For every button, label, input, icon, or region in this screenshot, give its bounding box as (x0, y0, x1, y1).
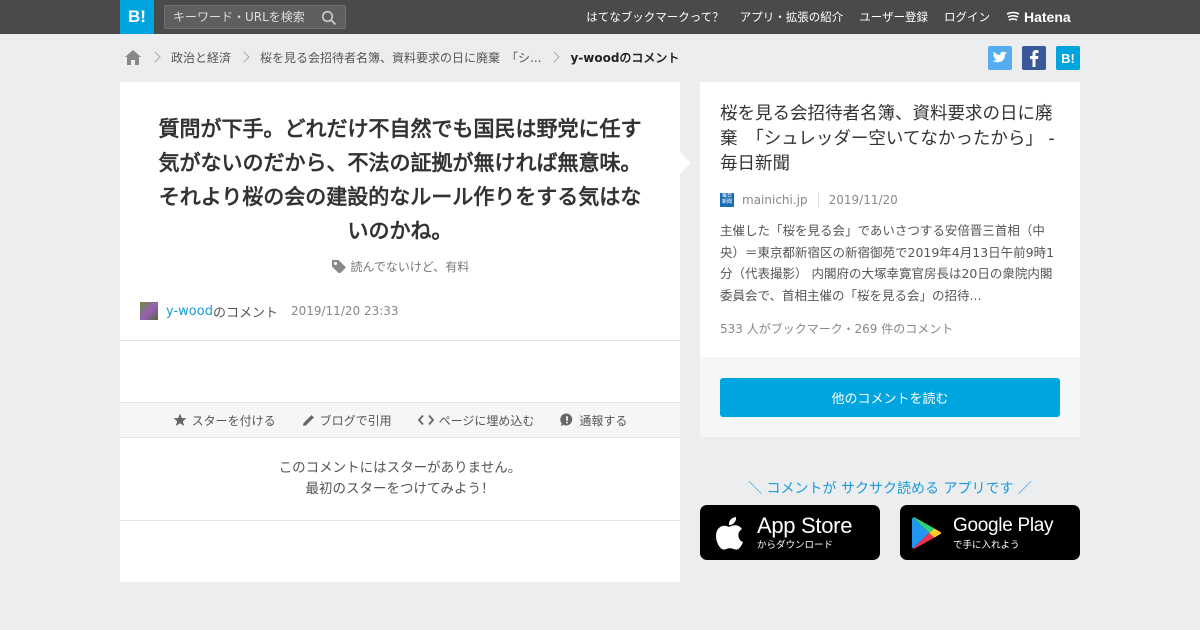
comment-tag-text[interactable]: 読んでないけど、有料 (351, 260, 470, 274)
google-play-icon (912, 516, 942, 549)
add-star-label: スターを付ける (191, 413, 276, 428)
app-promo-text: ＼ コメントが サクサク読める アプリです ／ (748, 481, 1032, 497)
breadcrumb-category[interactable]: 政治と経済 (171, 49, 231, 66)
star-icon (173, 413, 187, 426)
breadcrumb-chevron (149, 51, 161, 63)
entry-panel: 桜を見る会招待者名簿、資料要求の日に廃棄 「シュレッダー空いてなかったから」 -… (700, 82, 1080, 357)
entry-actions: 他のコメントを読む (700, 357, 1080, 437)
entry-title[interactable]: 桜を見る会招待者名簿、資料要求の日に廃棄 「シュレッダー空いてなかったから」 -… (720, 102, 1065, 177)
add-star-button[interactable]: スターを付ける (173, 412, 276, 429)
site-favicon: 毎日新聞 (720, 193, 734, 207)
google-play-subtitle: で手に入れよう (953, 539, 1020, 551)
comment-body: 質問が下手。どれだけ不自然でも国民は野党に任す気がないのだから、不法の証拠が無け… (158, 117, 642, 243)
entry-source: 毎日新聞 mainichi.jp 2019/11/20 (720, 192, 898, 208)
no-star-line2: 最初のスターをつけてみよう！ (305, 481, 495, 497)
no-star-line1: このコメントにはスターがありません。 (278, 460, 522, 476)
entry-date: 2019/11/20 (817, 193, 898, 207)
hatena-brand-label: Hatena (1024, 9, 1071, 25)
top-nav: はてなブックマークって？ アプリ・拡張の紹介 ユーザー登録 ログイン (586, 0, 990, 34)
no-star-message: このコメントにはスターがありません。 最初のスターをつけてみよう！ (120, 458, 680, 500)
comment-card: 質問が下手。どれだけ不自然でも国民は野党に任す気がないのだから、不法の証拠が無け… (120, 82, 680, 582)
home-icon[interactable] (124, 49, 142, 66)
entry-domain[interactable]: mainichi.jp (742, 193, 808, 207)
nav-about[interactable]: はてなブックマークって？ (586, 9, 723, 25)
comment-user-suffix: のコメント (212, 305, 278, 321)
comment-tags: 読んでないけど、有料 (120, 258, 680, 275)
breadcrumb-chevron (238, 51, 250, 63)
hatena-brand[interactable]: Hatena (1006, 9, 1071, 25)
search-input[interactable] (173, 9, 313, 25)
app-store-title: App Store (757, 512, 853, 538)
comment-date[interactable]: 2019/11/20 23:33 (291, 304, 399, 318)
nav-register[interactable]: ユーザー登録 (859, 9, 928, 25)
breadcrumb-chevron (548, 51, 561, 63)
report-icon (560, 413, 573, 427)
pencil-icon (302, 414, 314, 426)
nav-apps[interactable]: アプリ・拡張の紹介 (740, 9, 844, 25)
hatena-logo-icon (1006, 11, 1020, 21)
entry-summary: 主催した「桜を見る会」であいさつする安倍晋三首相（中央）＝東京都新宿区の新宿御苑… (720, 223, 1055, 303)
comment-actions: スターを付ける ブログで引用 ページに埋め込む 通報する (120, 402, 680, 438)
breadcrumb-current: y-woodのコメント (570, 50, 680, 65)
search-box[interactable] (164, 5, 346, 29)
search-icon[interactable] (321, 10, 337, 26)
avatar[interactable] (140, 302, 158, 320)
facebook-icon (1030, 50, 1039, 67)
divider (120, 340, 680, 341)
embed-label: ページに埋め込む (438, 413, 535, 428)
divider (120, 520, 680, 521)
app-store-subtitle: からダウンロード (757, 539, 834, 551)
blog-quote-label: ブログで引用 (319, 413, 392, 428)
twitter-share-button[interactable] (988, 46, 1012, 70)
code-icon (417, 414, 434, 426)
tag-icon (331, 260, 346, 274)
card-pointer (680, 152, 691, 174)
hatena-share-button[interactable]: B! (1056, 46, 1080, 70)
nav-login[interactable]: ログイン (944, 9, 990, 25)
twitter-icon (992, 51, 1008, 63)
embed-button[interactable]: ページに埋め込む (417, 412, 535, 429)
breadcrumb-entry[interactable]: 桜を見る会招待者名簿、資料要求の日に廃棄 「シ... (260, 49, 541, 66)
comment-user-link[interactable]: y-wood (166, 304, 213, 319)
facebook-share-button[interactable] (1022, 46, 1046, 70)
bookmark-counts[interactable]: 533 人がブックマーク・269 件のコメント (720, 320, 953, 337)
report-label: 通報する (579, 413, 628, 428)
hatena-bookmark-logo[interactable]: B! (120, 0, 154, 34)
read-other-comments-button[interactable]: 他のコメントを読む (720, 378, 1060, 417)
apple-icon (716, 516, 743, 550)
app-store-badge[interactable]: App Store からダウンロード (700, 505, 880, 560)
top-bar: B! はてなブックマークって？ アプリ・拡張の紹介 ユーザー登録 ログイン Ha… (0, 0, 1200, 34)
breadcrumb: 政治と経済 桜を見る会招待者名簿、資料要求の日に廃棄 「シ... y-woodの… (124, 47, 679, 67)
google-play-title: Google Play (953, 514, 1054, 536)
blog-quote-button[interactable]: ブログで引用 (302, 412, 392, 429)
comment-meta: y-wood のコメント 2019/11/20 23:33 (140, 302, 399, 321)
report-button[interactable]: 通報する (560, 412, 627, 429)
google-play-badge[interactable]: Google Play で手に入れよう (900, 505, 1080, 560)
